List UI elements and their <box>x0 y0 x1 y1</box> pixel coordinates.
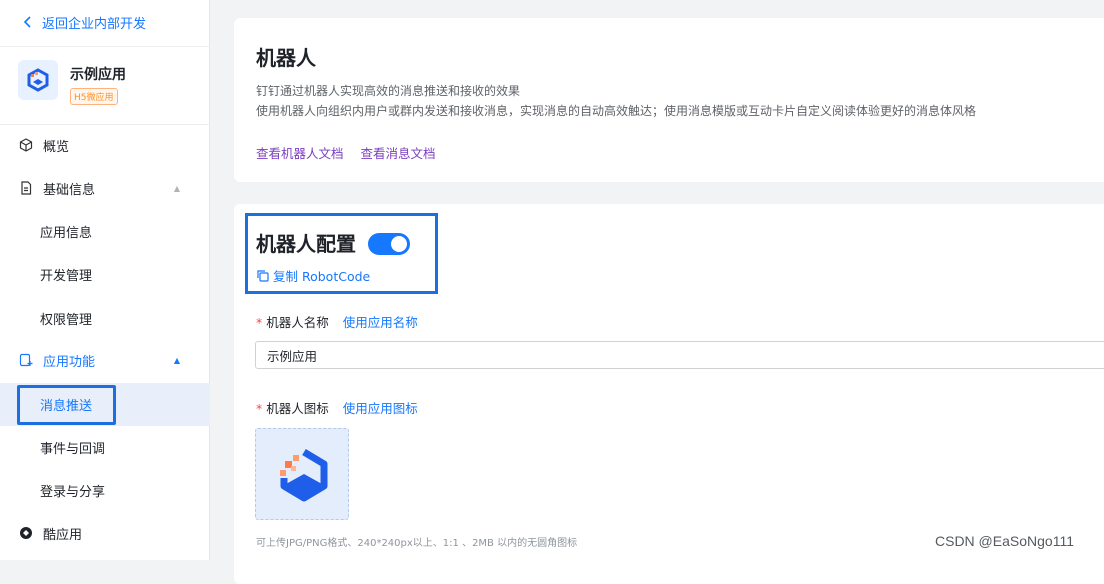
sidebar-item-label: 酷应用 <box>43 527 83 543</box>
app-feature-icon <box>18 352 34 368</box>
use-app-icon-link[interactable]: 使用应用图标 <box>343 398 418 417</box>
robot-enable-toggle[interactable] <box>368 233 410 255</box>
sidebar-item-basic-info[interactable]: 基础信息 ▲ <box>0 170 210 206</box>
cool-app-icon <box>18 525 34 541</box>
robot-icon-label: 机器人图标 <box>266 401 329 416</box>
sidebar-item-login-share[interactable]: 登录与分享 <box>0 472 210 508</box>
sidebar-item-overview[interactable]: 概览 <box>0 127 210 163</box>
copy-robotcode-button[interactable]: 复制 RobotCode <box>256 266 370 285</box>
sidebar-item-permissions[interactable]: 权限管理 <box>0 300 210 336</box>
sidebar-item-message-push[interactable]: 消息推送 <box>0 383 210 426</box>
sidebar-item-label: 开发管理 <box>40 268 93 284</box>
upload-hint: 可上传JPG/PNG格式、240*240px以上、1:1 、2MB 以内的无圆角… <box>256 538 578 549</box>
required-mark: * <box>256 401 263 416</box>
robot-config-card: 机器人配置 复制 RobotCode * 机器人名称 使用应用名称 示例应用 * 机… <box>234 204 1104 584</box>
page-title: 机器人 <box>256 46 316 70</box>
required-mark: * <box>256 315 263 330</box>
robot-intro-card: 机器人 钉钉通过机器人实现高效的消息推送和接收的效果 使用机器人向组织内用户或群… <box>234 18 1104 182</box>
sidebar-item-label: 登录与分享 <box>40 484 106 500</box>
app-name: 示例应用 <box>70 67 126 83</box>
chevron-left-icon <box>23 16 31 28</box>
robot-app-icon <box>280 448 328 502</box>
intro-description: 使用机器人向组织内用户或群内发送和接收消息，实现消息的自动高效触达；使用消息模版… <box>256 104 977 118</box>
sidebar-item-label: 事件与回调 <box>40 441 106 457</box>
cube-icon <box>18 137 34 153</box>
robot-icon-label-row: * 机器人图标 使用应用图标 <box>256 398 418 417</box>
sidebar-item-app-info[interactable]: 应用信息 <box>0 213 210 249</box>
intro-description: 钉钉通过机器人实现高效的消息推送和接收的效果 <box>256 84 521 98</box>
divider <box>0 124 210 125</box>
divider <box>0 46 210 47</box>
toggle-knob <box>391 236 407 252</box>
copy-icon <box>257 270 269 282</box>
sidebar-item-label: 权限管理 <box>40 312 93 328</box>
config-title: 机器人配置 <box>256 232 356 256</box>
robot-icon-upload[interactable] <box>255 428 349 520</box>
back-link[interactable]: 返回企业内部开发 <box>22 12 146 32</box>
caret-up-icon: ▲ <box>173 183 180 193</box>
sidebar-item-label: 应用信息 <box>40 225 93 241</box>
message-doc-link[interactable]: 查看消息文档 <box>361 143 436 162</box>
robot-name-input[interactable]: 示例应用 <box>255 341 1104 369</box>
back-link-label: 返回企业内部开发 <box>42 16 147 32</box>
robot-name-label: 机器人名称 <box>266 315 329 330</box>
document-icon <box>18 180 34 196</box>
sidebar-item-app-features[interactable]: 应用功能 ▲ <box>0 342 210 378</box>
sidebar-item-label: 基础信息 <box>43 182 96 198</box>
sidebar-item-events-callbacks[interactable]: 事件与回调 <box>0 429 210 465</box>
robot-name-value: 示例应用 <box>267 348 318 364</box>
caret-up-icon: ▲ <box>173 355 180 365</box>
copy-robotcode-label: 复制 RobotCode <box>273 269 371 284</box>
app-type-badge: H5微应用 <box>70 88 118 105</box>
sidebar: 返回企业内部开发 示例应用 H5微应用 概览 基础信息 ▲ 应用信息 开发管理 … <box>0 0 210 560</box>
robot-doc-link[interactable]: 查看机器人文档 <box>256 143 344 162</box>
app-logo-icon <box>18 60 58 100</box>
doc-links: 查看机器人文档 查看消息文档 <box>256 143 436 162</box>
use-app-name-link[interactable]: 使用应用名称 <box>343 312 418 331</box>
sidebar-item-label: 消息推送 <box>40 399 93 414</box>
sidebar-item-label: 概览 <box>43 139 70 155</box>
app-header: 示例应用 H5微应用 <box>18 60 126 105</box>
sidebar-item-dev-management[interactable]: 开发管理 <box>0 256 210 292</box>
sidebar-item-label: 应用功能 <box>43 354 96 370</box>
watermark: CSDN @EaSoNgo111 <box>935 533 1074 549</box>
robot-name-label-row: * 机器人名称 使用应用名称 <box>256 312 418 331</box>
sidebar-item-cool-app[interactable]: 酷应用 <box>0 515 210 551</box>
